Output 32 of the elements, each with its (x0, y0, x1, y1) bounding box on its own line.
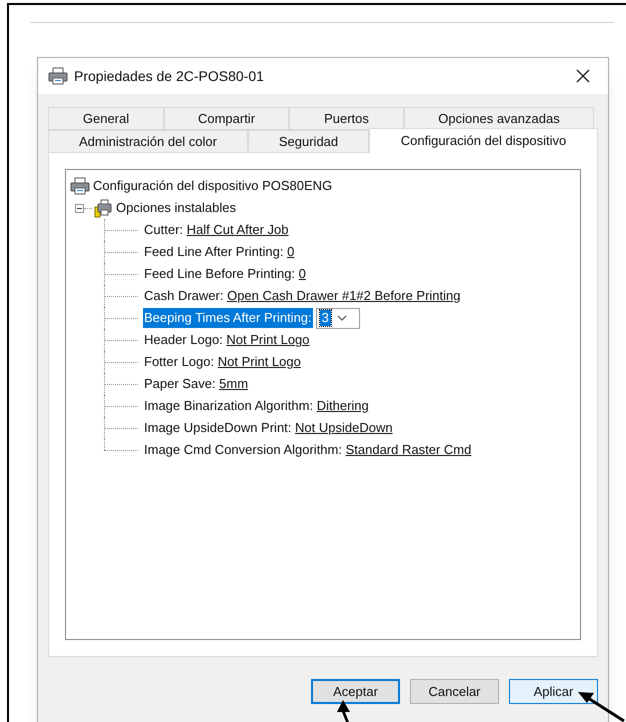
close-icon (576, 69, 590, 83)
option-item[interactable]: Header Logo: Not Print Logo (143, 330, 311, 350)
tab[interactable]: General (48, 107, 164, 130)
tab[interactable]: Administración del color (48, 130, 248, 153)
printer-icon (70, 177, 90, 195)
tree-group[interactable]: Opciones instalables (116, 198, 236, 218)
printer-icon (48, 67, 68, 85)
window-title: Propiedades de 2C-POS80-01 (74, 66, 264, 86)
dialog-button[interactable]: Cancelar (410, 679, 499, 704)
chevron-down-icon (336, 315, 347, 321)
tree-root[interactable]: Configuración del dispositivo POS80ENG (93, 176, 332, 196)
printer-options-icon (92, 198, 112, 218)
tab[interactable]: Configuración del dispositivo (369, 128, 598, 153)
dialog-button[interactable]: Aplicar (509, 679, 598, 704)
option-item[interactable]: Cash Drawer: Open Cash Drawer #1#2 Before Printing (143, 286, 462, 306)
collapse-toggle[interactable] (75, 204, 84, 212)
option-item[interactable]: Image Cmd Conversion Algorithm: Standard Raster Cmd (143, 440, 472, 460)
tab[interactable]: Opciones avanzadas (404, 107, 594, 130)
option-label[interactable]: Beeping Times After Printing: (143, 308, 313, 328)
option-item[interactable]: Feed Line After Printing: 0 (143, 242, 296, 262)
tab[interactable]: Compartir (164, 107, 289, 130)
dialog-button[interactable]: Aceptar (311, 679, 400, 704)
tab[interactable]: Seguridad (248, 130, 369, 153)
value-dropdown[interactable]: 3 (316, 308, 360, 328)
tab[interactable]: Puertos (289, 107, 404, 130)
option-item[interactable]: Feed Line Before Printing: 0 (143, 264, 307, 284)
option-item[interactable]: Image UpsideDown Print: Not UpsideDown (143, 418, 394, 438)
option-item[interactable]: Paper Save: 5mm (143, 374, 250, 394)
arrow (576, 690, 626, 722)
option-item[interactable]: Fotter Logo: Not Print Logo (143, 352, 302, 372)
option-item[interactable]: Image Binarization Algorithm: Dithering (143, 396, 370, 416)
option-item[interactable]: Cutter: Half Cut After Job (143, 220, 290, 240)
